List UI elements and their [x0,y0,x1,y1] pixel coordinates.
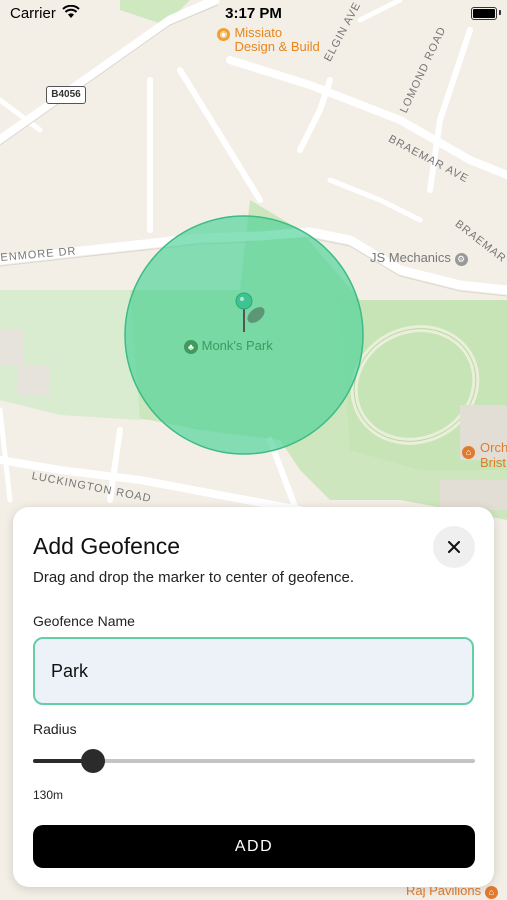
geofence-name-input[interactable] [33,637,474,705]
radius-label: Radius [33,721,77,737]
sheet-title: Add Geofence [33,533,181,559]
geofence-circle [124,215,364,455]
geofence-marker[interactable] [235,292,253,332]
poi-pin-icon: ⌂ [484,886,498,899]
radius-value: 130m [33,788,64,802]
close-button[interactable] [433,526,475,568]
battery-tip [499,10,501,15]
geofence-name-label: Geofence Name [33,613,135,629]
status-bar: Carrier 3:17 PM [0,0,507,26]
slider-thumb[interactable] [81,749,105,773]
status-time: 3:17 PM [225,5,282,22]
park-tree-icon: ♣ [184,339,198,354]
poi-monks-park[interactable]: ♣ Monk's Park [184,338,273,354]
add-button[interactable]: ADD [33,825,475,868]
battery-icon [471,7,497,20]
add-geofence-sheet: Add Geofence Drag and drop the marker to… [13,507,494,887]
close-icon [448,541,460,553]
poi-monks-park-name: Monk's Park [201,338,273,353]
geofence-overlay [124,215,364,455]
sheet-instructions: Drag and drop the marker to center of ge… [33,569,355,586]
radius-slider[interactable] [33,749,475,773]
